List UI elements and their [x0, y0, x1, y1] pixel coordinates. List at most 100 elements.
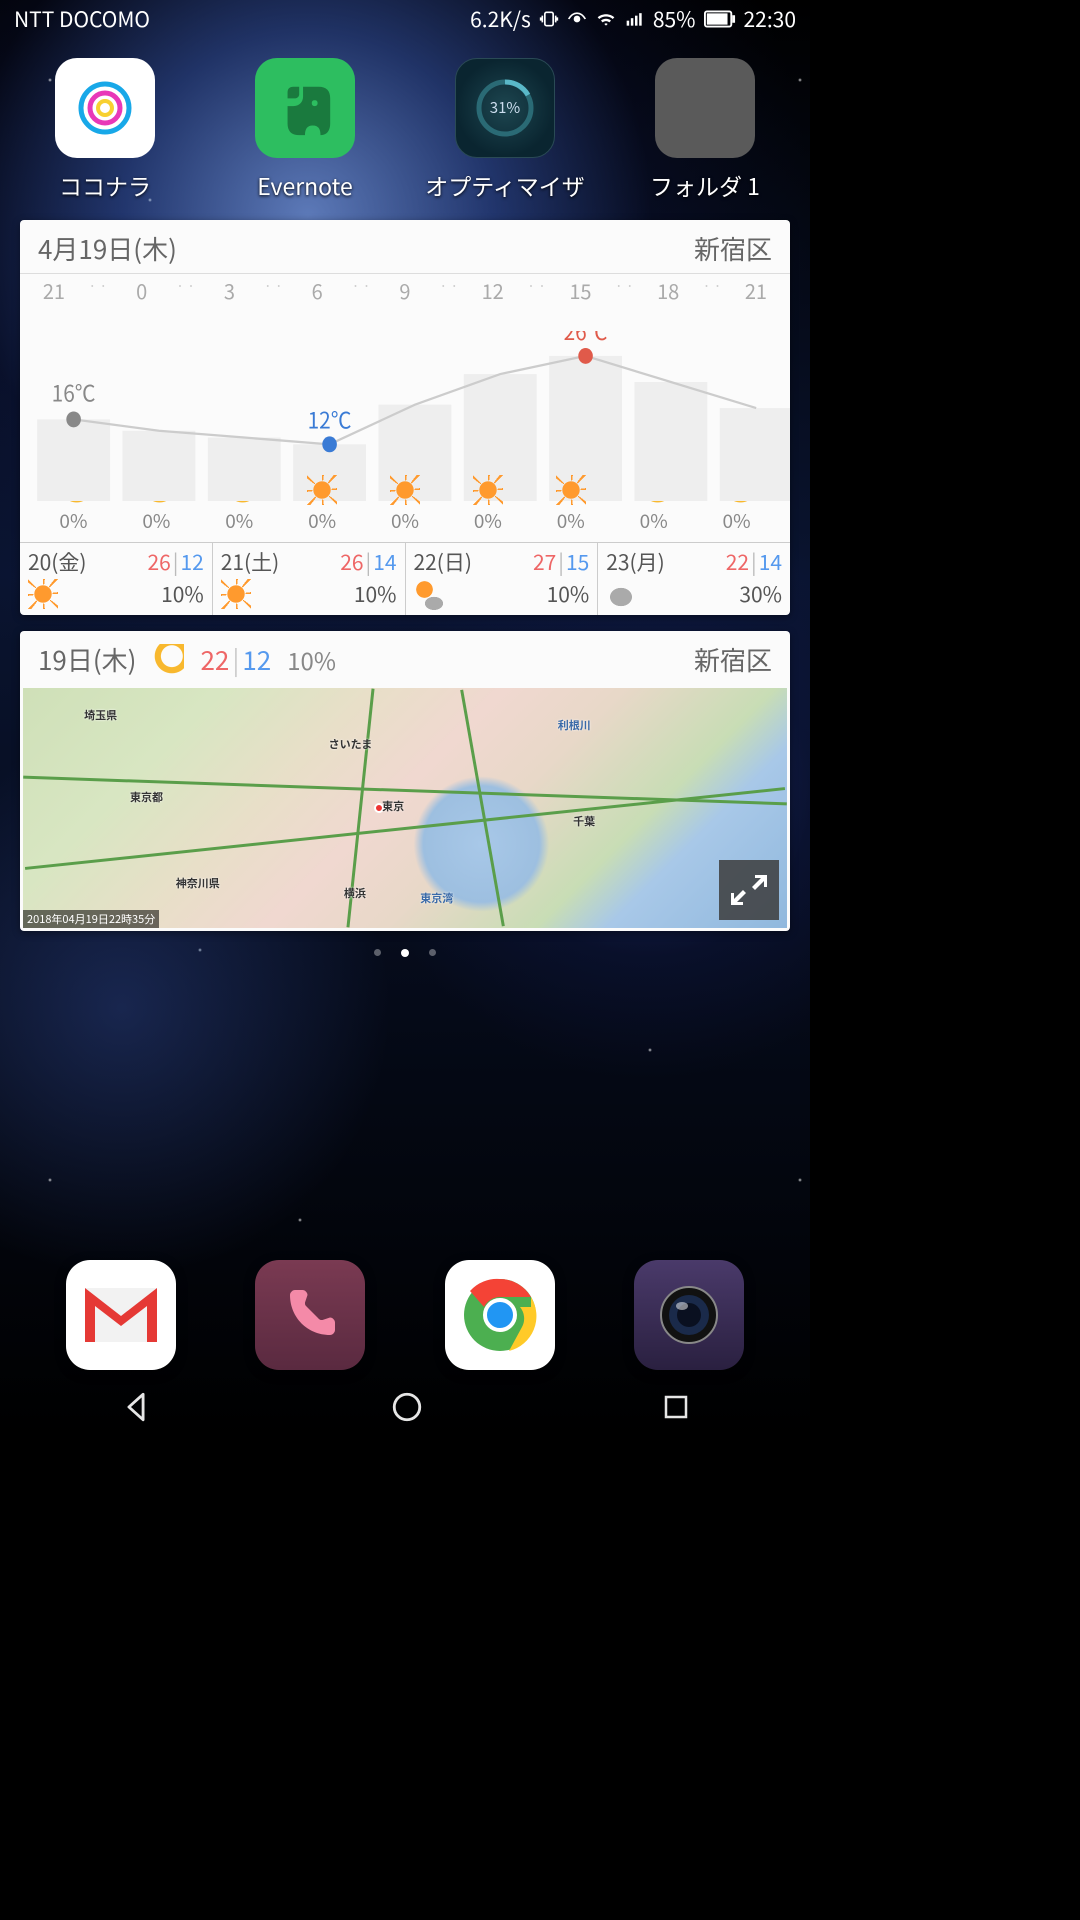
evernote-icon [255, 58, 355, 158]
svg-text:31%: 31% [490, 97, 521, 118]
vibrate-icon [539, 9, 559, 29]
app-evernote[interactable]: Evernote [220, 58, 390, 202]
wifi-icon [595, 9, 617, 29]
map-low: 12 [242, 641, 271, 678]
temp-low: 15 [566, 547, 589, 577]
day-label: 20(金) [28, 547, 87, 577]
map-label: 千葉 [573, 813, 595, 829]
app-label: フォルダ 1 [650, 168, 760, 202]
map-label-tokyo: 東京 [382, 798, 404, 814]
svg-text:16℃: 16℃ [52, 376, 96, 408]
map-location: 新宿区 [694, 641, 772, 678]
map-label: 埼玉県 [84, 707, 117, 723]
daily-cell[interactable]: 20(金)26|1210% [20, 543, 213, 615]
cloud-icon [606, 579, 636, 609]
temperature-graph: 16℃ 12℃ 26℃ [20, 305, 790, 475]
precip-pct: 0% [59, 507, 87, 534]
hour-tick: 21 [32, 276, 76, 305]
precip-pct: 0% [225, 507, 253, 534]
precip-pct: 0% [557, 507, 585, 534]
hour-scale: 21· · 0· · 3· · 6· · 9· · 12· · 15· · 18… [20, 274, 790, 305]
precip-pct: 10% [161, 579, 204, 609]
app-label: オプティマイザ [425, 168, 585, 202]
sun-icon [390, 475, 420, 505]
hour-tick: 6 [295, 276, 339, 305]
network-speed: 6.2K/s [470, 4, 531, 34]
sun-icon [556, 475, 586, 505]
hour-tick: 3 [208, 276, 252, 305]
precip-pct: 0% [640, 507, 668, 534]
sun-icon [28, 579, 58, 609]
daily-cell[interactable]: 23(月)22|1430% [598, 543, 790, 615]
weather-map-widget[interactable]: 19日(木) 22|12 10% 新宿区 東京 埼玉県 さいたま 東京都 神奈川… [20, 631, 790, 931]
map-day: 19日(木) [38, 641, 136, 678]
weather-widget[interactable]: 4月19日(木) 新宿区 21· · 0· · 3· · 6· · 9· · 1… [20, 220, 790, 615]
dock-camera[interactable] [634, 1260, 744, 1370]
map-header: 19日(木) 22|12 10% 新宿区 [20, 631, 790, 688]
dock-gmail[interactable] [66, 1260, 176, 1370]
status-bar: NTT DOCOMO 6.2K/s 85% 22:30 [0, 0, 810, 38]
battery-icon [704, 10, 736, 28]
temp-high: 27 [533, 547, 556, 577]
dock-phone[interactable] [255, 1260, 365, 1370]
map-timestamp: 2018年04月19日22時35分 [23, 910, 159, 928]
dock-chrome[interactable] [445, 1260, 555, 1370]
map-label: 東京都 [130, 789, 163, 805]
svg-text:26℃: 26℃ [564, 331, 608, 347]
map-label: 横浜 [344, 885, 366, 901]
map-precip: 10% [287, 642, 336, 677]
app-label: Evernote [257, 168, 352, 202]
optimizer-icon: 31% [455, 58, 555, 158]
dock [0, 1260, 810, 1370]
nav-recent-button[interactable] [661, 1392, 691, 1427]
precip-pct: 10% [547, 579, 590, 609]
temp-low: 14 [373, 547, 396, 577]
app-optimizer[interactable]: 31% オプティマイザ [420, 58, 590, 202]
nav-home-button[interactable] [390, 1390, 424, 1429]
precip-pct: 0% [474, 507, 502, 534]
temp-low: 14 [759, 547, 782, 577]
app-label: ココナラ [59, 168, 151, 202]
precip-pct: 0% [308, 507, 336, 534]
weather-location: 新宿区 [694, 230, 772, 267]
temp-high: 26 [147, 547, 170, 577]
eye-comfort-icon [567, 9, 587, 29]
precip-pct: 10% [354, 579, 397, 609]
moon-icon [152, 644, 184, 676]
app-folder-1[interactable]: フォルダ 1 [620, 58, 790, 202]
hour-tick: 18 [646, 276, 690, 305]
daily-cell[interactable]: 21(土)26|1410% [213, 543, 406, 615]
weather-date: 4月19日(木) [38, 230, 177, 267]
daily-cell[interactable]: 22(日)27|1510% [406, 543, 599, 615]
sun-icon [473, 475, 503, 505]
nav-back-button[interactable] [119, 1390, 153, 1429]
precip-pct: 30% [739, 579, 782, 609]
navigation-bar [0, 1378, 810, 1440]
expand-map-button[interactable] [719, 860, 779, 920]
sun-icon [307, 475, 337, 505]
page-dot [374, 949, 381, 956]
temp-low: 12 [180, 547, 203, 577]
temp-high: 22 [726, 547, 749, 577]
svg-text:12℃: 12℃ [308, 403, 352, 435]
page-indicator [0, 949, 810, 957]
map-label: 神奈川県 [176, 875, 220, 891]
coconala-icon [55, 58, 155, 158]
weather-map[interactable]: 東京 埼玉県 さいたま 東京都 神奈川県 千葉 横浜 東京湾 利根川 2018年… [23, 688, 787, 928]
hour-tick: 12 [471, 276, 515, 305]
suncloud-icon [414, 579, 444, 609]
app-coconala[interactable]: ココナラ [20, 58, 190, 202]
page-dot [429, 949, 436, 956]
page-dot-current [401, 949, 409, 957]
precip-pct: 0% [391, 507, 419, 534]
day-label: 21(土) [221, 547, 280, 577]
sun-icon [221, 579, 251, 609]
map-high: 22 [200, 641, 229, 678]
hour-tick: 15 [559, 276, 603, 305]
carrier-label: NTT DOCOMO [14, 4, 150, 34]
daily-forecast: 20(金)26|1210%21(土)26|1410%22(日)27|1510%2… [20, 542, 790, 615]
weather-header: 4月19日(木) 新宿区 [20, 220, 790, 274]
map-label: 利根川 [558, 717, 591, 733]
app-row: ココナラ Evernote 31% オプティマイザ フォルダ 1 [0, 38, 810, 202]
map-label: さいたま [329, 736, 373, 752]
